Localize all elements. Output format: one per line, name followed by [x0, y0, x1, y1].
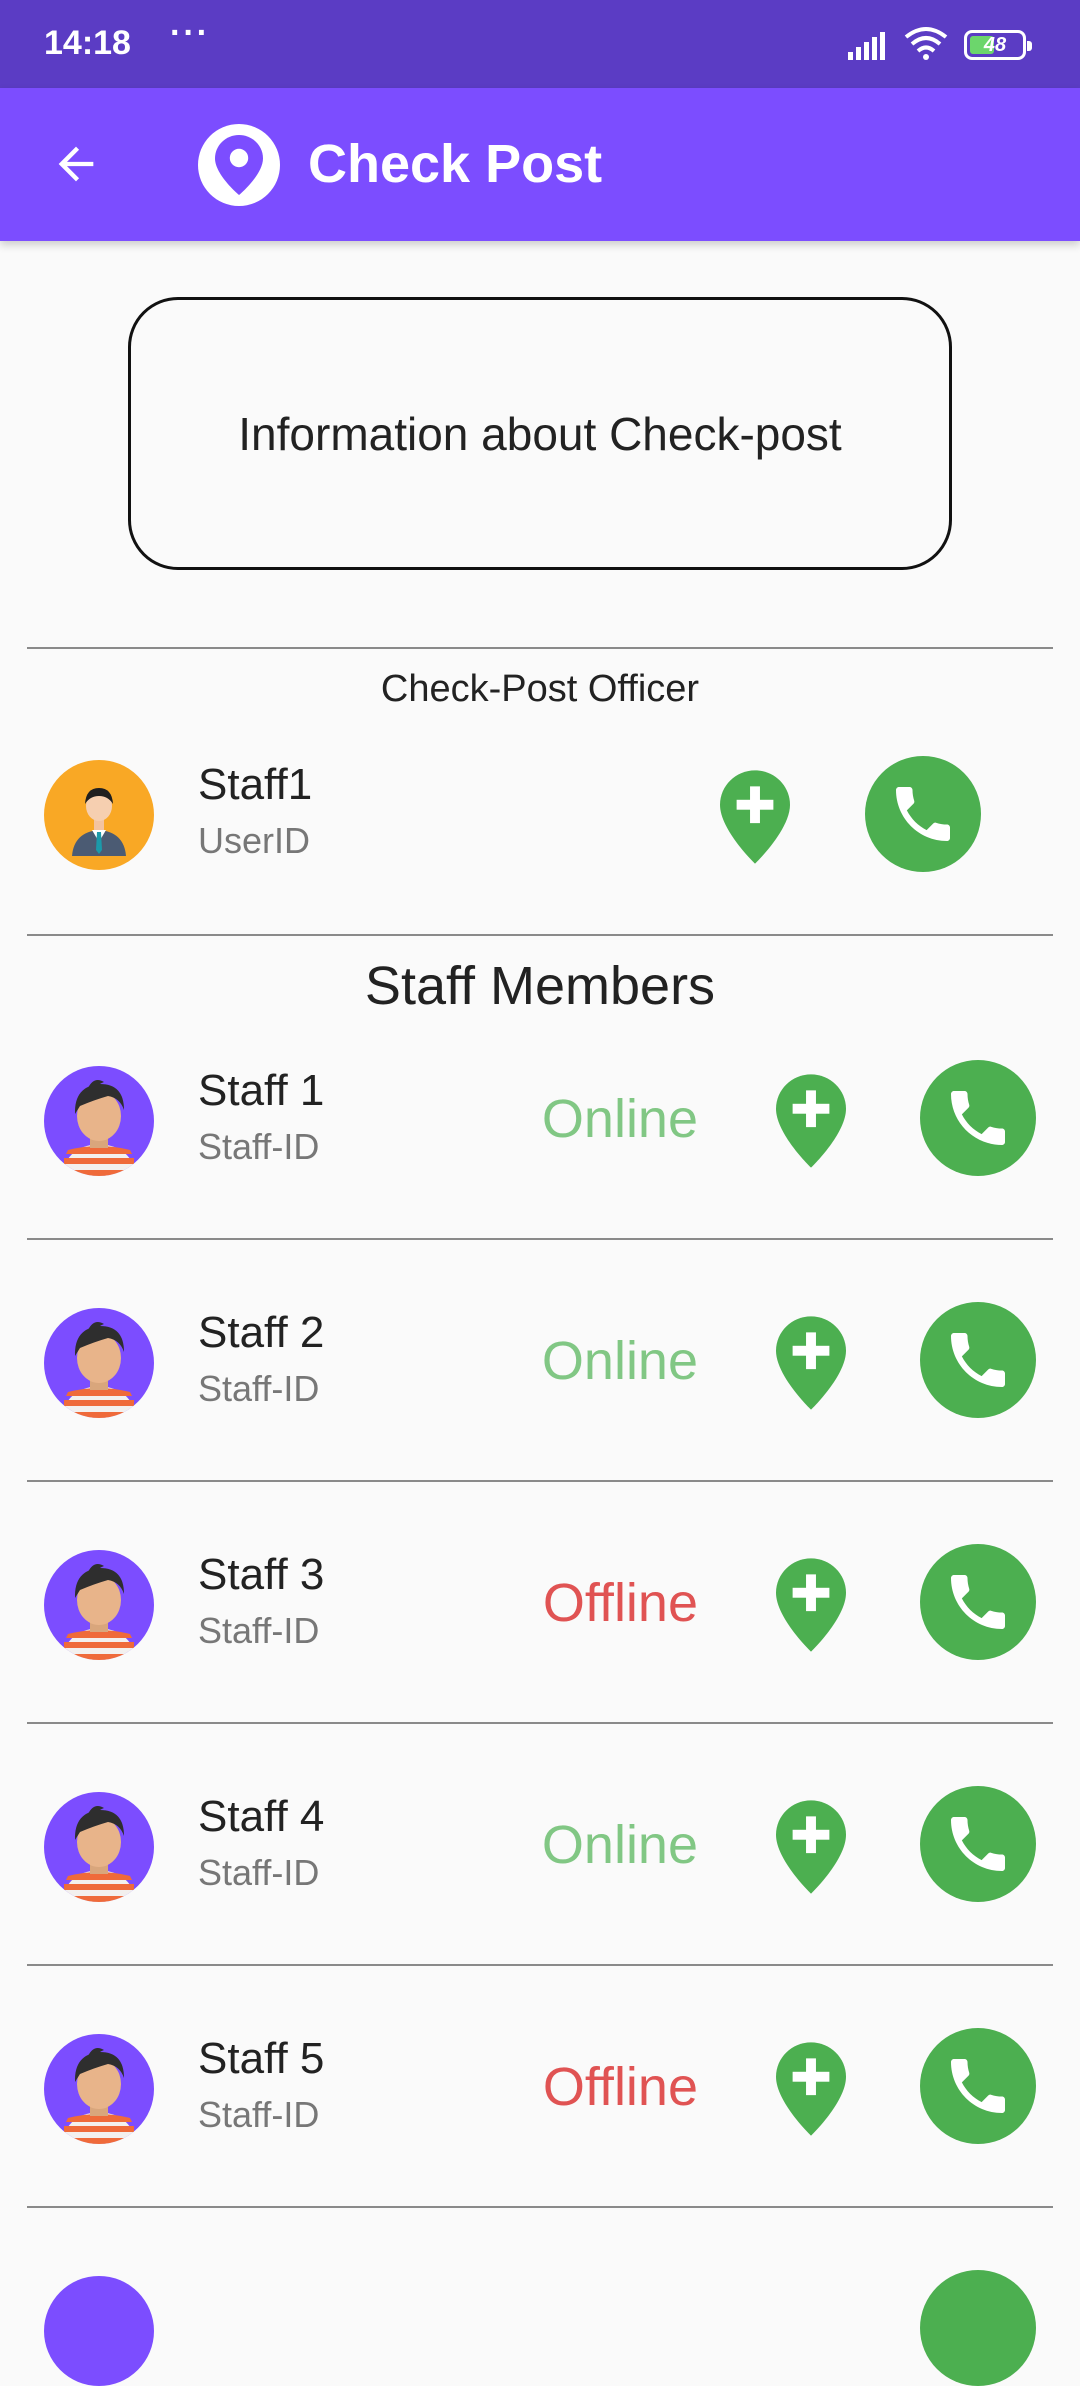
officer-section-title: Check-Post Officer — [380, 668, 700, 710]
back-button[interactable] — [40, 128, 112, 200]
checkpost-info-card[interactable]: Information about Check-post — [128, 297, 952, 570]
staff-status: Offline — [542, 1573, 698, 1633]
page-title: Check Post — [308, 134, 603, 194]
app-bar: Check Post — [0, 88, 1080, 241]
staff-avatar — [44, 2276, 154, 2386]
add-location-button[interactable] — [776, 1800, 846, 1894]
phone-icon — [951, 1333, 1005, 1387]
call-button[interactable] — [920, 2028, 1036, 2144]
add-location-button[interactable] — [720, 770, 790, 864]
officer-row[interactable]: Staff1 UserID — [0, 750, 1080, 880]
status-time: 14:18 — [44, 24, 131, 62]
call-button[interactable] — [920, 1544, 1036, 1660]
staff-row[interactable]: Staff 4 Staff-ID Online — [0, 1786, 1080, 1916]
battery-icon: 48 — [964, 30, 1032, 60]
add-location-button[interactable] — [776, 1074, 846, 1168]
add-location-button[interactable] — [776, 1316, 846, 1410]
divider — [27, 2206, 1053, 2208]
staff-status: Online — [541, 1331, 698, 1391]
staff-name: Staff 1 — [198, 1066, 325, 1115]
staff-row[interactable]: Staff 1 Staff-ID Online — [0, 1060, 1080, 1190]
add-location-icon — [720, 770, 790, 864]
call-button[interactable] — [920, 2270, 1036, 2386]
divider — [27, 647, 1053, 649]
call-button[interactable] — [865, 756, 981, 872]
staff-status: Online — [541, 1815, 698, 1875]
signal-icon — [848, 32, 885, 60]
add-location-button[interactable] — [776, 1558, 846, 1652]
officer-avatar — [44, 760, 154, 870]
add-location-icon — [776, 1558, 846, 1652]
staff-status: Online — [541, 1089, 698, 1149]
staff-avatar — [44, 2034, 154, 2144]
phone-icon — [951, 2059, 1005, 2113]
staff-row[interactable]: Staff 5 Staff-ID Offline — [0, 2028, 1080, 2158]
staff-avatar — [44, 1792, 154, 1902]
status-bar: 14:18 ··· 48 — [0, 0, 1080, 88]
wifi-icon — [904, 27, 948, 60]
add-location-button[interactable] — [776, 2042, 846, 2136]
staff-id: Staff-ID — [198, 1852, 320, 1893]
divider — [27, 1964, 1053, 1966]
arrow-left-icon — [58, 146, 94, 182]
staff-avatar — [44, 1550, 154, 1660]
phone-icon — [951, 1817, 1005, 1871]
officer-name: Staff1 — [198, 760, 313, 809]
staff-avatar — [44, 1066, 154, 1176]
battery-level: 48 — [983, 34, 1007, 56]
divider — [27, 1238, 1053, 1240]
staff-id: Staff-ID — [198, 1610, 320, 1651]
officer-id: UserID — [198, 820, 311, 861]
phone-icon — [896, 787, 950, 841]
staff-id: Staff-ID — [198, 1368, 320, 1409]
staff-name: Staff 3 — [198, 1550, 325, 1599]
call-button[interactable] — [920, 1786, 1036, 1902]
phone-icon — [951, 1091, 1005, 1145]
add-location-icon — [776, 1074, 846, 1168]
staff-section-title: Staff Members — [364, 956, 716, 1016]
staff-id: Staff-ID — [198, 1126, 320, 1167]
notification-dots-icon: ··· — [170, 14, 210, 52]
add-location-icon — [776, 1316, 846, 1410]
call-button[interactable] — [920, 1302, 1036, 1418]
add-location-icon — [776, 2042, 846, 2136]
divider — [27, 934, 1053, 936]
staff-name: Staff 5 — [198, 2034, 325, 2083]
info-card-text: Information about Check-post — [238, 407, 842, 460]
location-pin-icon — [198, 124, 280, 206]
staff-id: Staff-ID — [198, 2094, 320, 2135]
staff-name: Staff 2 — [198, 1308, 325, 1357]
staff-avatar — [44, 1308, 154, 1418]
phone-icon — [951, 1575, 1005, 1629]
divider — [27, 1722, 1053, 1724]
staff-row[interactable]: Staff 3 Staff-ID Offline — [0, 1544, 1080, 1674]
divider — [27, 1480, 1053, 1482]
staff-row[interactable]: Staff 2 Staff-ID Online — [0, 1302, 1080, 1432]
staff-name: Staff 4 — [198, 1792, 325, 1841]
add-location-icon — [776, 1800, 846, 1894]
staff-status: Offline — [542, 2057, 698, 2117]
call-button[interactable] — [920, 1060, 1036, 1176]
